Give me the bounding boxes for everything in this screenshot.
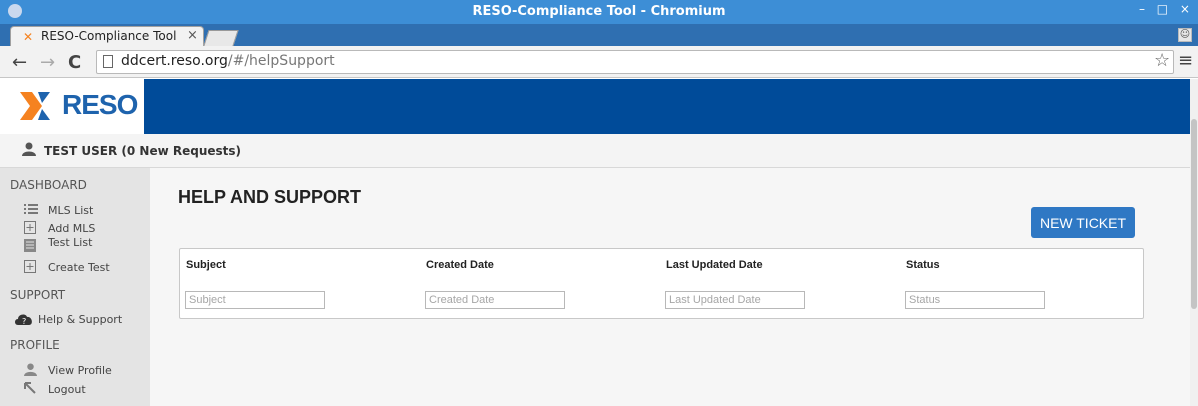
window-controls[interactable]: – □ × xyxy=(1139,2,1194,16)
user-icon xyxy=(22,142,36,156)
user-name-label[interactable]: TEST USER (0 New Requests) xyxy=(44,144,241,158)
scrollbar-thumb[interactable] xyxy=(1191,119,1197,309)
sidebar-heading-dashboard: DASHBOARD xyxy=(10,178,87,192)
browser-menu-icon[interactable]: ≡ xyxy=(1178,50,1193,71)
status-filter-input[interactable] xyxy=(905,291,1045,309)
forward-arrow-icon[interactable]: → xyxy=(40,52,55,73)
browser-toolbar: ← → C ddcert.reso.org/#/helpSupport xyxy=(0,46,1198,78)
tickets-table: Subject Created Date Last Updated Date S… xyxy=(179,248,1144,319)
window-titlebar: RESO-Compliance Tool - Chromium – □ × xyxy=(0,0,1198,24)
column-header-status[interactable]: Status xyxy=(906,259,940,271)
subject-filter-input[interactable] xyxy=(185,291,325,309)
sidebar-item-label: View Profile xyxy=(48,364,112,377)
url-path: /#/helpSupport xyxy=(227,53,335,69)
sidebar-item-label: Add MLS xyxy=(48,222,96,235)
reso-favicon-icon: ✕ xyxy=(23,30,34,44)
tab-strip: ✕ RESO-Compliance Tool × ☺ xyxy=(0,24,1198,46)
reso-logo-mark-icon xyxy=(20,92,50,120)
sidebar: DASHBOARD MLS List Add MLS Test List Cre… xyxy=(0,168,150,406)
new-tab-button[interactable] xyxy=(203,30,239,46)
user-bar: TEST USER (0 New Requests) xyxy=(0,134,1198,168)
sidebar-heading-support: SUPPORT xyxy=(10,288,66,302)
test-list-icon xyxy=(24,239,36,252)
column-header-last-updated-date[interactable]: Last Updated Date xyxy=(666,259,763,271)
help-cloud-icon: ? xyxy=(15,314,32,326)
created-date-filter-input[interactable] xyxy=(425,291,565,309)
url-text[interactable]: ddcert.reso.org/#/helpSupport xyxy=(121,53,335,69)
back-arrow-icon[interactable]: ← xyxy=(12,52,27,73)
svg-text:?: ? xyxy=(22,317,26,326)
url-host: ddcert.reso.org xyxy=(121,53,228,69)
address-bar[interactable]: ddcert.reso.org/#/helpSupport xyxy=(96,50,1174,74)
sidebar-item-label: MLS List xyxy=(48,204,94,217)
sidebar-item-label: Help & Support xyxy=(38,313,123,326)
page-icon xyxy=(103,55,113,68)
last-updated-date-filter-input[interactable] xyxy=(665,291,805,309)
profile-icon[interactable]: ☺ xyxy=(1178,28,1192,42)
browser-tab[interactable]: ✕ RESO-Compliance Tool × xyxy=(10,26,204,46)
bookmark-star-icon[interactable]: ☆ xyxy=(1154,50,1170,71)
logo-text: RESO xyxy=(62,89,138,120)
tab-close-icon[interactable]: × xyxy=(187,28,198,43)
column-header-created-date[interactable]: Created Date xyxy=(426,259,494,271)
new-ticket-button[interactable]: NEW TICKET xyxy=(1031,207,1135,238)
page-scrollbar[interactable] xyxy=(1190,79,1198,406)
sidebar-heading-profile: PROFILE xyxy=(10,338,60,352)
site-header: RESO xyxy=(0,79,1198,134)
main-content: HELP AND SUPPORT NEW TICKET Subject Crea… xyxy=(150,168,1198,406)
profile-user-icon xyxy=(24,363,37,376)
create-document-icon xyxy=(24,260,36,273)
page-title: HELP AND SUPPORT xyxy=(178,187,362,207)
list-icon xyxy=(24,204,38,214)
add-document-icon xyxy=(24,221,36,234)
reso-logo[interactable]: RESO xyxy=(0,79,144,134)
sidebar-item-label: Create Test xyxy=(48,261,110,274)
sidebar-item-label: Logout xyxy=(48,383,86,396)
tab-title: RESO-Compliance Tool xyxy=(41,29,177,43)
sidebar-item-label: Test List xyxy=(48,236,93,249)
window-title: RESO-Compliance Tool - Chromium xyxy=(472,4,726,19)
column-header-subject[interactable]: Subject xyxy=(186,259,226,271)
reload-icon[interactable]: C xyxy=(68,52,81,73)
logout-arrow-icon xyxy=(24,382,36,394)
